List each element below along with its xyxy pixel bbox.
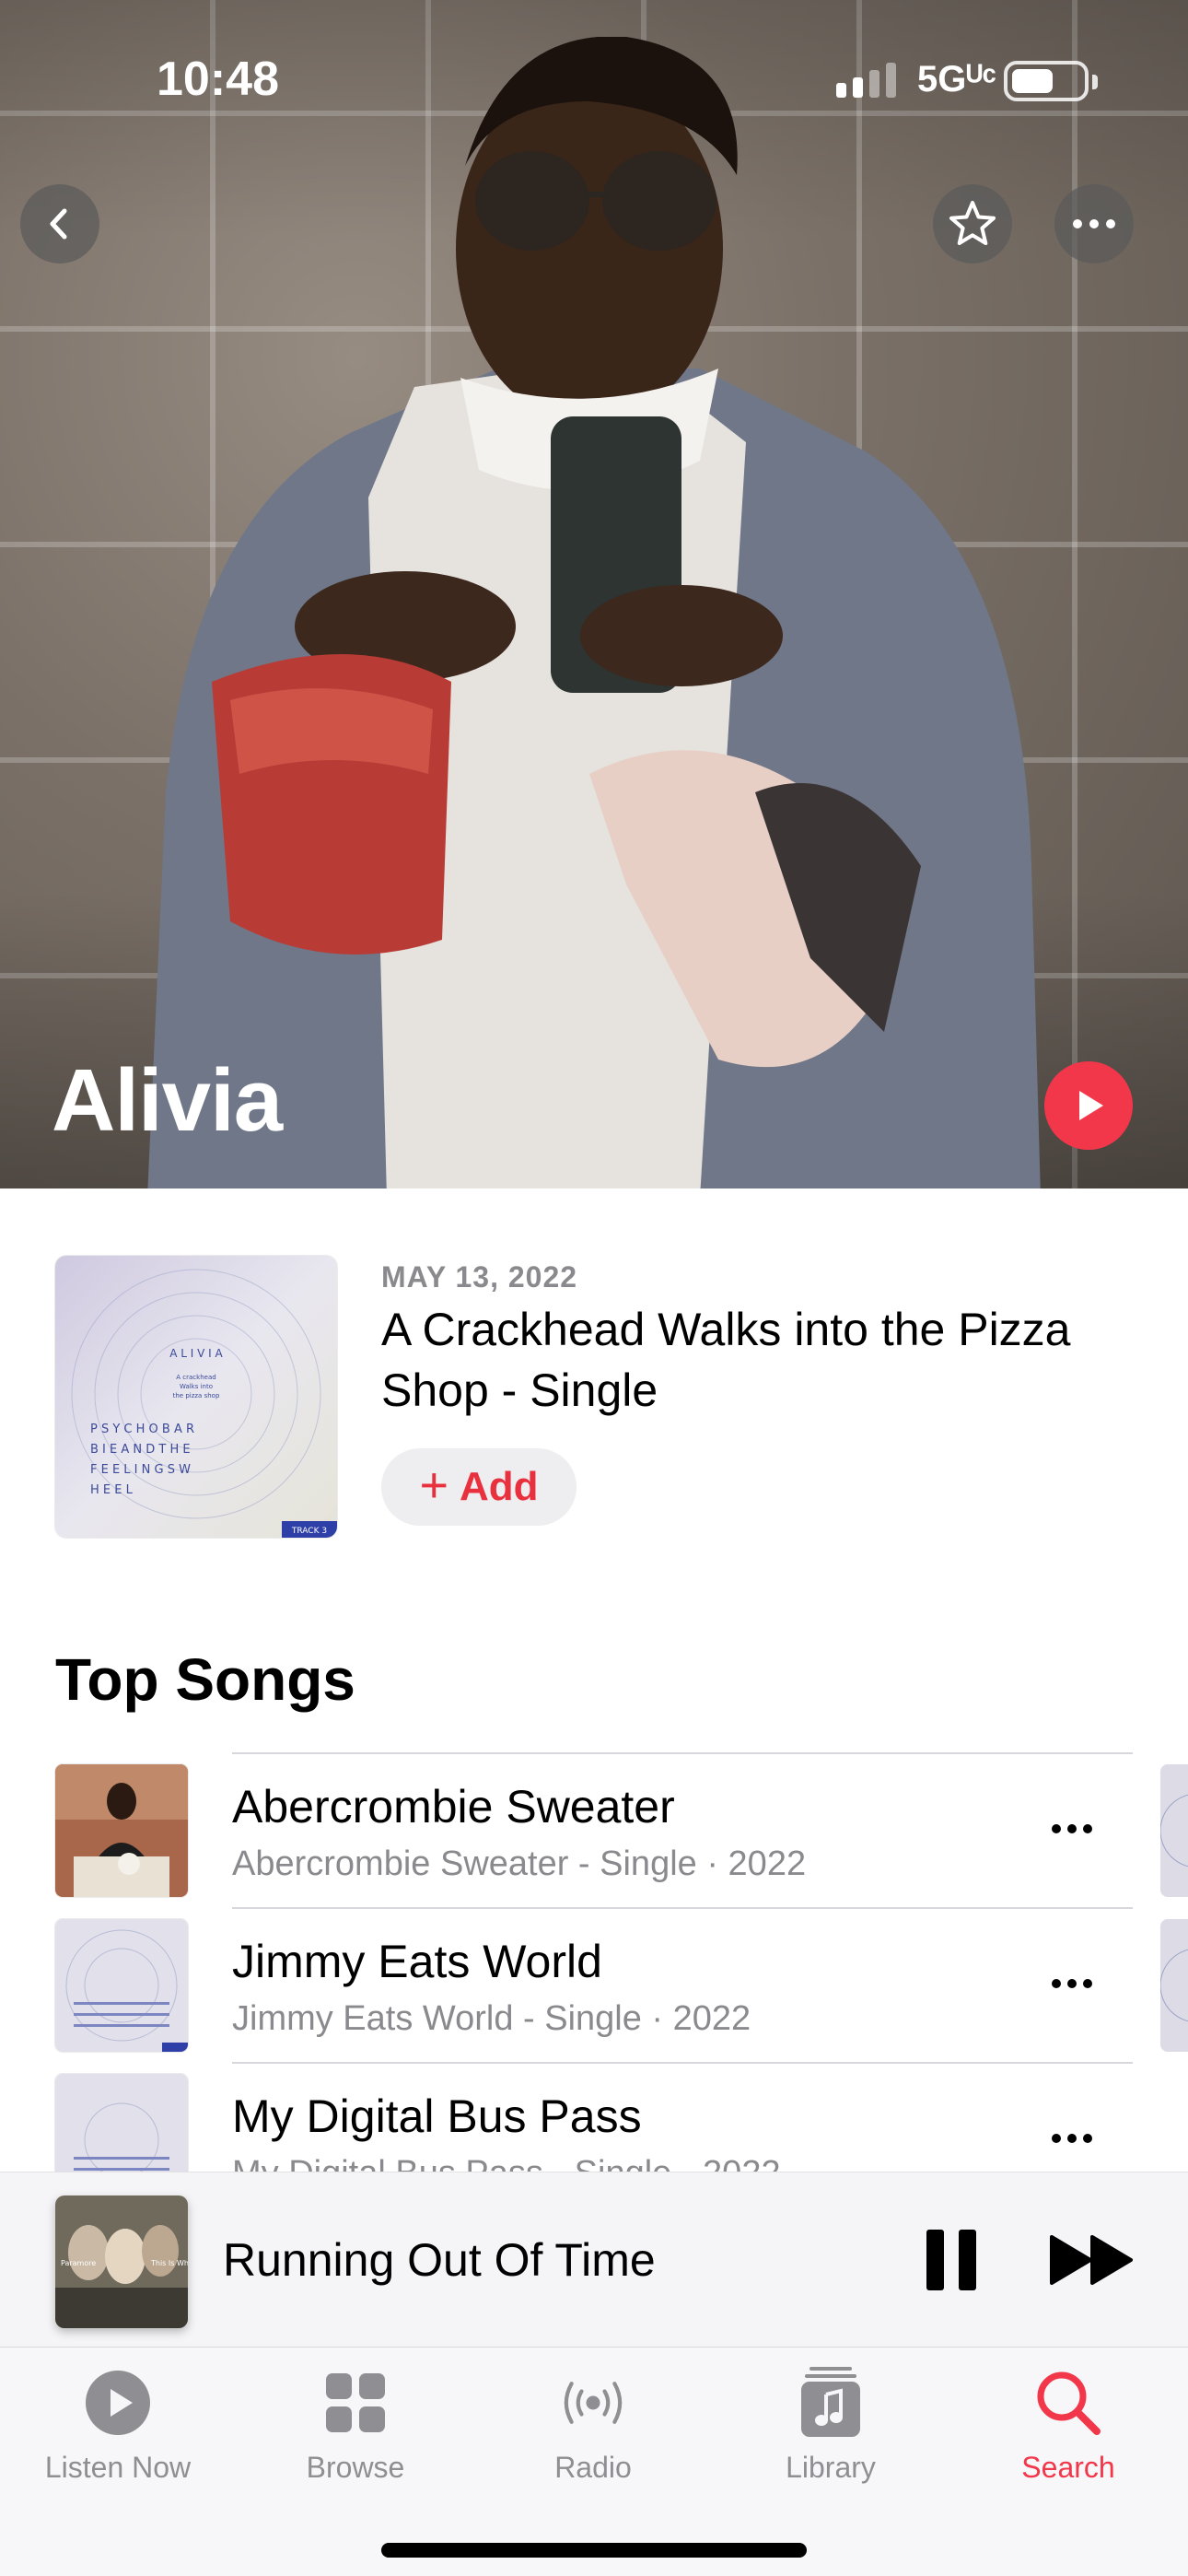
- release-title[interactable]: A Crackhead Walks into the Pizza Shop - …: [381, 1299, 1136, 1421]
- svg-text:TRACK 3: TRACK 3: [291, 1527, 327, 1536]
- ellipsis-icon: [1073, 219, 1115, 228]
- more-options-button[interactable]: [1054, 184, 1134, 263]
- song-artwork: [55, 1919, 188, 2052]
- tab-browse[interactable]: Browse: [245, 2366, 466, 2495]
- play-icon: [1079, 1091, 1103, 1120]
- song-title: Abercrombie Sweater: [232, 1781, 675, 1832]
- divider: [232, 2062, 1133, 2064]
- add-to-library-button[interactable]: + Add: [381, 1448, 577, 1526]
- tab-search[interactable]: Search: [958, 2366, 1179, 2495]
- top-songs-heading[interactable]: Top Songs: [55, 1645, 355, 1714]
- latest-release[interactable]: A L I V I A A crackhead Walks into the p…: [0, 1188, 1188, 1557]
- play-circle-icon: [81, 2366, 155, 2440]
- art-artist: A L I V I A: [169, 1347, 223, 1360]
- grid-icon: [319, 2366, 392, 2440]
- svg-text:P S Y C H O B A R: P S Y C H O B A R: [90, 1423, 194, 1436]
- top-songs-list: Abercrombie Sweater Abercrombie Sweater …: [0, 1752, 1188, 2172]
- now-playing-bar[interactable]: Paramore This Is Why Running Out Of Time: [0, 2172, 1188, 2347]
- fast-forward-button[interactable]: [1050, 2233, 1135, 2287]
- svg-text:the pizza shop: the pizza shop: [173, 1392, 220, 1399]
- song-subtitle: My Digital Bus Pass - Single · 2022: [232, 2154, 781, 2172]
- tab-label: Search: [1021, 2451, 1115, 2484]
- divider: [232, 1752, 1133, 1754]
- song-row[interactable]: My Digital Bus Pass My Digital Bus Pass …: [0, 2062, 1188, 2172]
- svg-text:Walks into: Walks into: [180, 1383, 213, 1390]
- tab-label: Radio: [554, 2451, 632, 2484]
- song-subtitle: Abercrombie Sweater - Single · 2022: [232, 1844, 807, 1883]
- play-artist-button[interactable]: [1044, 1061, 1133, 1150]
- art-album-name: This Is Why: [150, 2259, 188, 2267]
- pause-icon: [926, 2230, 944, 2290]
- song-artwork: [55, 1764, 188, 1897]
- search-icon: [1031, 2366, 1105, 2440]
- tab-label: Library: [786, 2451, 876, 2484]
- album-cover-art: A L I V I A A crackhead Walks into the p…: [55, 1256, 337, 1538]
- tab-label: Browse: [306, 2451, 405, 2484]
- back-button[interactable]: [20, 184, 99, 263]
- next-column-artwork[interactable]: [1160, 1764, 1188, 1897]
- broadcast-icon: [556, 2366, 630, 2440]
- song-row[interactable]: Jimmy Eats World Jimmy Eats World - Sing…: [0, 1907, 1188, 2062]
- svg-text:H E E L: H E E L: [90, 1483, 134, 1497]
- artist-name: Alivia: [52, 1051, 283, 1150]
- song-more-button[interactable]: [1039, 1961, 1105, 2007]
- artist-hero: 10:48 5Gᵁᶜ Alivia: [0, 0, 1188, 1188]
- tab-listen-now[interactable]: Listen Now: [7, 2366, 228, 2495]
- song-artwork: [55, 2074, 188, 2172]
- art-band-name: Paramore: [61, 2259, 96, 2267]
- tab-radio[interactable]: Radio: [483, 2366, 704, 2495]
- release-date: MAY 13, 2022: [381, 1260, 578, 1294]
- song-row[interactable]: Abercrombie Sweater Abercrombie Sweater …: [0, 1752, 1188, 1907]
- divider: [232, 1907, 1133, 1909]
- music-note-icon: [794, 2366, 868, 2440]
- svg-text:A crackhead: A crackhead: [176, 1374, 215, 1381]
- tab-bar: Listen Now Browse Radio Library Search: [0, 2347, 1188, 2576]
- add-label: Add: [460, 1464, 539, 1509]
- song-subtitle: Jimmy Eats World - Single · 2022: [232, 1999, 751, 2038]
- plus-icon: +: [419, 1458, 448, 1513]
- chevron-left-icon: [50, 208, 67, 240]
- battery-icon: [1004, 61, 1098, 101]
- song-title: Jimmy Eats World: [232, 1936, 602, 1987]
- favorite-button[interactable]: [933, 184, 1012, 263]
- song-title: My Digital Bus Pass: [232, 2090, 642, 2142]
- status-time: 10:48: [157, 53, 279, 106]
- release-artwork[interactable]: A L I V I A A crackhead Walks into the p…: [55, 1256, 337, 1538]
- tab-library[interactable]: Library: [720, 2366, 941, 2495]
- tab-label: Listen Now: [44, 2451, 192, 2484]
- svg-text:B I E A N D T H E: B I E A N D T H E: [90, 1443, 191, 1457]
- now-playing-title[interactable]: Running Out Of Time: [223, 2233, 656, 2287]
- status-bar: 10:48 5Gᵁᶜ: [0, 0, 1188, 157]
- artist-photo: [147, 37, 1041, 1188]
- next-column-artwork[interactable]: [1160, 1919, 1188, 2052]
- cellular-signal-icon: [836, 61, 896, 98]
- svg-text:F E E L I N G S W: F E E L I N G S W: [90, 1463, 191, 1477]
- star-icon: [949, 201, 996, 245]
- home-indicator[interactable]: [381, 2543, 807, 2558]
- pause-button[interactable]: [926, 2230, 976, 2290]
- song-more-button[interactable]: [1039, 2115, 1105, 2161]
- now-playing-artwork[interactable]: Paramore This Is Why: [55, 2195, 188, 2328]
- song-more-button[interactable]: [1039, 1806, 1105, 1852]
- network-type: 5Gᵁᶜ: [917, 59, 996, 100]
